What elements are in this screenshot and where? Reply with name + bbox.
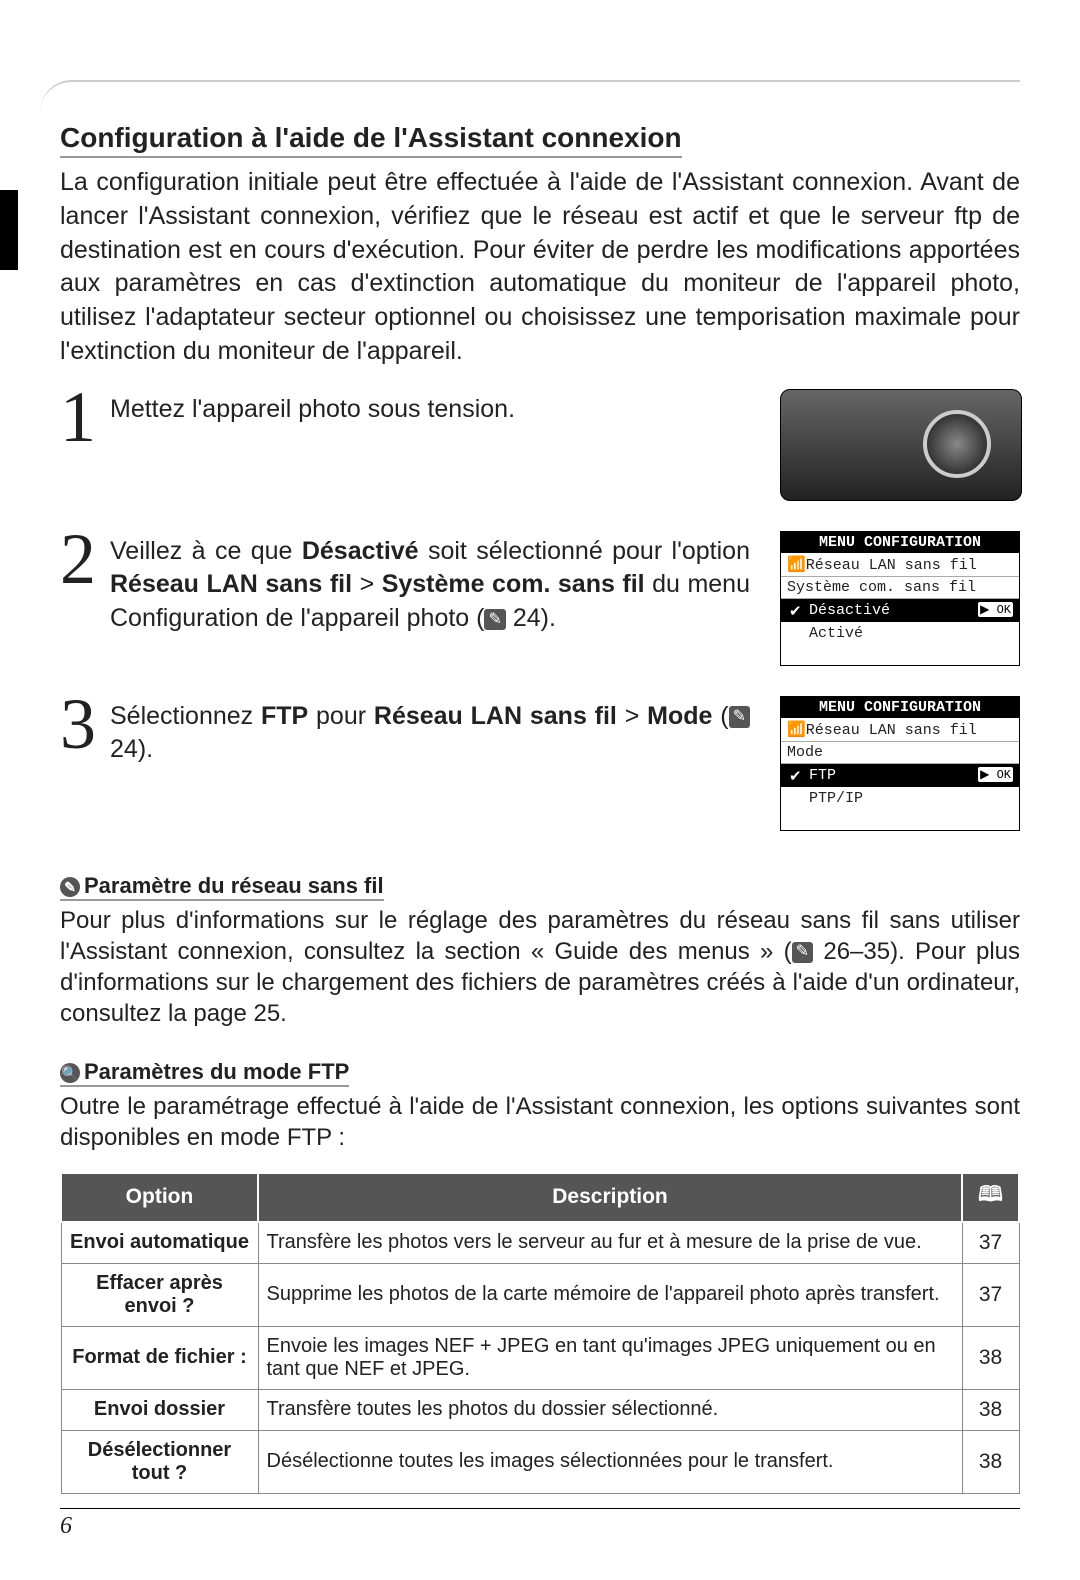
lcd-option: Activé (781, 622, 1019, 645)
table-row: Envoi automatiqueTransfère les photos ve… (61, 1222, 1019, 1264)
note-body: Pour plus d'informations sur le réglage … (60, 905, 1020, 1030)
table-row: Effacer après envoi ?Supprime les photos… (61, 1263, 1019, 1326)
step-figure: MENU CONFIGURATION 📶Réseau LAN sans fil … (780, 531, 1020, 666)
pencil-icon: ✎ (60, 877, 80, 897)
lcd-breadcrumb: Mode (781, 742, 1019, 764)
step-text: Mettez l'appareil photo sous tension. (110, 389, 750, 427)
text: pour (308, 702, 374, 730)
page-ref-icon: ✎ (729, 706, 750, 728)
table-header-description: Description (258, 1173, 962, 1222)
option-description: Désélectionne toutes les images sélectio… (258, 1430, 962, 1493)
lcd-breadcrumb: 📶Réseau LAN sans fil (781, 718, 1019, 742)
option-name: Désélectionner tout ? (61, 1430, 258, 1493)
magnifier-icon: 🔍 (60, 1063, 80, 1083)
table-row: Désélectionner tout ?Désélectionne toute… (61, 1430, 1019, 1493)
lcd-breadcrumb: 📶Réseau LAN sans fil (781, 553, 1019, 577)
option-name: Effacer après envoi ? (61, 1263, 258, 1326)
bold: Mode (647, 702, 712, 730)
step-number: 1 (60, 389, 100, 447)
option-name: Envoi automatique (61, 1222, 258, 1264)
lcd-screenshot: MENU CONFIGURATION 📶Réseau LAN sans fil … (780, 531, 1020, 666)
step-figure (780, 389, 1020, 501)
page-ref-icon: ✎ (792, 942, 813, 963)
page-ref: 24 (110, 735, 138, 763)
note-title-text: Paramètre du réseau sans fil (84, 873, 384, 898)
option-description: Transfère toutes les photos du dossier s… (258, 1389, 962, 1430)
section-title: Configuration à l'aide de l'Assistant co… (60, 122, 682, 158)
camera-illustration (780, 389, 1022, 501)
note-title: 🔍Paramètres du mode FTP (60, 1059, 349, 1087)
option-description: Supprime les photos de la carte mémoire … (258, 1263, 962, 1326)
lcd-breadcrumb: Système com. sans fil (781, 577, 1019, 599)
text: > (352, 570, 382, 598)
page-ref: 24 (513, 604, 541, 632)
bold: Réseau LAN sans fil (374, 702, 617, 730)
step-number: 3 (60, 696, 100, 754)
table-row: Envoi dossierTransfère toutes les photos… (61, 1389, 1019, 1430)
footer-rule: 6 (60, 1508, 1020, 1540)
text: ). (138, 735, 153, 763)
bold: Réseau LAN sans fil (110, 570, 352, 598)
option-description: Envoie les images NEF + JPEG en tant qu'… (258, 1326, 962, 1389)
text: Veillez à ce que (110, 537, 302, 565)
table-row: Format de fichier :Envoie les images NEF… (61, 1326, 1019, 1389)
page-icon: 🕮 (978, 1183, 1003, 1206)
lcd-screenshot: MENU CONFIGURATION 📶Réseau LAN sans fil … (780, 696, 1020, 831)
bold: FTP (261, 702, 308, 730)
option-page: 38 (962, 1430, 1019, 1493)
step-text: Sélectionnez FTP pour Réseau LAN sans fi… (110, 696, 750, 768)
text: > (617, 702, 647, 730)
step-3: 3 Sélectionnez FTP pour Réseau LAN sans … (60, 696, 1020, 831)
note-body: Outre le paramétrage effectué à l'aide d… (60, 1091, 1020, 1153)
step-2: 2 Veillez à ce que Désactivé soit sélect… (60, 531, 1020, 666)
text: soit sélectionné pour l'option (419, 537, 750, 565)
lcd-option-selected: ✔Désactivé▶ OK (781, 599, 1019, 622)
lcd-option-selected: ✔FTP▶ OK (781, 764, 1019, 787)
note-title: ✎Paramètre du réseau sans fil (60, 873, 384, 901)
option-name: Envoi dossier (61, 1389, 258, 1430)
step-1: 1 Mettez l'appareil photo sous tension. (60, 389, 1020, 501)
text: ( (712, 702, 728, 730)
option-page: 37 (962, 1263, 1019, 1326)
options-table: Option Description 🕮 Envoi automatiqueTr… (60, 1172, 1020, 1494)
page-number: 6 (60, 1513, 72, 1539)
option-name: Format de fichier : (61, 1326, 258, 1389)
step-text: Veillez à ce que Désactivé soit sélectio… (110, 531, 750, 636)
option-page: 38 (962, 1389, 1019, 1430)
intro-paragraph: La configuration initiale peut être effe… (60, 166, 1020, 369)
text: Sélectionnez (110, 702, 261, 730)
lcd-option: PTP/IP (781, 787, 1019, 810)
header-curve (40, 80, 1020, 112)
bold: Système com. sans fil (382, 570, 645, 598)
table-header-page-icon: 🕮 (962, 1173, 1019, 1222)
side-tab (0, 190, 18, 270)
manual-page: Configuration à l'aide de l'Assistant co… (0, 0, 1080, 1580)
page-ref-icon: ✎ (484, 609, 505, 631)
option-page: 38 (962, 1326, 1019, 1389)
lcd-header: MENU CONFIGURATION (781, 532, 1019, 553)
step-number: 2 (60, 531, 100, 589)
note-title-text: Paramètres du mode FTP (84, 1059, 349, 1084)
text: ). (541, 604, 556, 632)
step-figure: MENU CONFIGURATION 📶Réseau LAN sans fil … (780, 696, 1020, 831)
option-page: 37 (962, 1222, 1019, 1264)
table-header-option: Option (61, 1173, 258, 1222)
page-ref: 26–35 (823, 938, 890, 965)
bold: Désactivé (302, 537, 419, 565)
option-description: Transfère les photos vers le serveur au … (258, 1222, 962, 1264)
lcd-header: MENU CONFIGURATION (781, 697, 1019, 718)
